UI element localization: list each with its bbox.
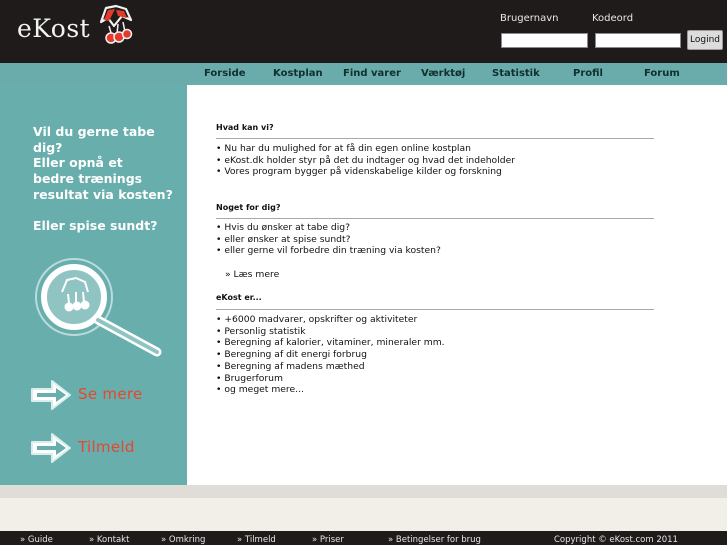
sidebar-question-eat-healthy: Eller spise sundt?	[33, 218, 158, 233]
login-button[interactable]: Logind	[687, 30, 723, 50]
footer-link-kontakt[interactable]: » Kontakt	[89, 535, 129, 545]
magnifier-icon	[35, 258, 162, 357]
footer-link-tilmeld[interactable]: » Tilmeld	[237, 535, 276, 545]
nav-item-find-varer[interactable]: Find varer	[343, 68, 401, 79]
see-more-label: Se mere	[78, 385, 143, 403]
read-more-link[interactable]: » Læs mere	[225, 269, 279, 280]
nav-item-profil[interactable]: Profil	[573, 68, 603, 79]
divider	[216, 309, 654, 310]
list-item: Beregning af dit energi forbrug	[216, 349, 445, 361]
signup-label: Tilmeld	[78, 438, 135, 456]
list-item: Beregning af madens mæthed	[216, 361, 445, 373]
footer-link-priser[interactable]: » Priser	[312, 535, 344, 545]
sidebar-question-line: Eller opnå et	[33, 155, 123, 170]
main-nav: Forside Kostplan Find varer Værktøj Stat…	[0, 63, 727, 85]
signup-button[interactable]: Tilmeld	[28, 431, 178, 465]
arrow-right-icon	[31, 433, 71, 463]
nav-item-forside[interactable]: Forside	[204, 68, 246, 79]
list-item: Beregning af kalorier, vitaminer, minera…	[216, 337, 444, 349]
divider	[216, 138, 654, 139]
section-title: Noget for dig?	[216, 203, 281, 212]
list-item: Personlig statistik	[216, 326, 445, 338]
username-input[interactable]	[501, 33, 588, 48]
list-item: eller ønsker at spise sundt?	[216, 234, 441, 246]
divider	[216, 218, 654, 219]
list-item: +6000 madvarer, opskrifter og aktivitete…	[216, 314, 445, 326]
sidebar-question-line: resultat via kosten?	[33, 187, 173, 202]
sidebar-question-training: Eller opnå et bedre trænings resultat vi…	[33, 155, 173, 203]
logo-text[interactable]: eKost	[17, 14, 90, 43]
list-item: Vores program bygger på videnskabelige k…	[216, 166, 515, 178]
list-item: og meget mere...	[216, 384, 445, 396]
divider-band	[0, 485, 727, 498]
sidebar: Vil du gerne tabe dig? Eller opnå et bed…	[0, 85, 187, 485]
sidebar-question-line: bedre trænings	[33, 171, 143, 186]
username-label: Brugernavn	[500, 13, 559, 24]
list-item: Brugerforum	[216, 373, 445, 385]
list-item: eKost.dk holder styr på det du indtager …	[216, 155, 515, 167]
nav-item-forum[interactable]: Forum	[644, 68, 680, 79]
nav-item-statistik[interactable]: Statistik	[492, 68, 540, 79]
copyright-text: Copyright © eKost.com 2011	[554, 535, 678, 545]
main-content: Hvad kan vi? Nu har du mulighed for at f…	[187, 85, 727, 485]
benefits-list: +6000 madvarer, opskrifter og aktivitete…	[216, 314, 445, 396]
footer: » Guide » Kontakt » Omkring » Tilmeld » …	[0, 531, 727, 545]
section-title: Hvad kan vi?	[216, 123, 274, 132]
sidebar-question-lose-weight: Vil du gerne tabe dig?	[33, 124, 155, 155]
password-label: Kodeord	[592, 13, 634, 24]
cherry-logo-icon[interactable]	[96, 4, 134, 46]
list-item: Hvis du ønsker at tabe dig?	[216, 222, 441, 234]
header: eKost Brugernavn Kodeord Logind	[0, 0, 727, 63]
footer-link-guide[interactable]: » Guide	[20, 535, 53, 545]
password-input[interactable]	[595, 33, 681, 48]
section-title: eKost er...	[216, 293, 262, 302]
nav-item-kostplan[interactable]: Kostplan	[273, 68, 323, 79]
see-more-button[interactable]: Se mere	[28, 378, 178, 412]
footer-link-omkring[interactable]: » Omkring	[161, 535, 205, 545]
nav-item-vaerktoej[interactable]: Værktøj	[421, 68, 465, 79]
footer-link-terms[interactable]: » Betingelser for brug	[388, 535, 481, 545]
feature-list: Nu har du mulighed for at få din egen on…	[216, 143, 515, 178]
list-item: eller gerne vil forbedre din træning via…	[216, 245, 441, 257]
arrow-right-icon	[31, 380, 71, 410]
question-list: Hvis du ønsker at tabe dig? eller ønsker…	[216, 222, 441, 257]
list-item: Nu har du mulighed for at få din egen on…	[216, 143, 515, 155]
